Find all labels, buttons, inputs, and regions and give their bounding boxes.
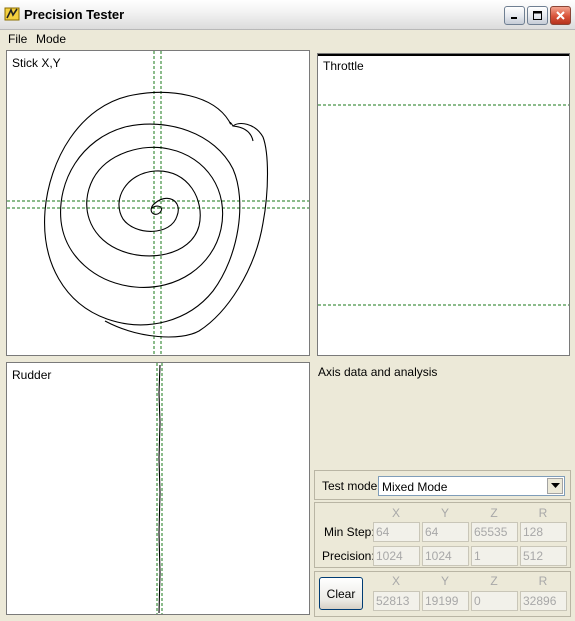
close-icon bbox=[556, 11, 565, 20]
precision-r-field: 512 bbox=[520, 546, 567, 566]
current-col-header-x: X bbox=[391, 574, 400, 588]
chevron-down-icon bbox=[550, 483, 560, 488]
maximize-icon bbox=[533, 11, 542, 20]
precision-x-field: 1024 bbox=[373, 546, 420, 566]
rudder-trace bbox=[158, 364, 161, 614]
min-step-r-field: 128 bbox=[520, 522, 567, 542]
stick-trace bbox=[44, 91, 269, 338]
current-y-field: 19199 bbox=[422, 591, 469, 611]
minimize-icon bbox=[511, 17, 517, 19]
throttle-label: Throttle bbox=[323, 59, 364, 73]
min-step-label: Min Step: bbox=[324, 525, 375, 539]
col-header-x: X bbox=[391, 506, 400, 520]
col-header-y: Y bbox=[440, 506, 449, 520]
menu-file[interactable]: File bbox=[8, 32, 27, 46]
current-col-header-y: Y bbox=[440, 574, 449, 588]
throttle-panel: Throttle bbox=[317, 53, 570, 356]
stick-xy-label: Stick X,Y bbox=[12, 56, 61, 70]
current-col-header-z: Z bbox=[490, 574, 498, 588]
test-mode-value: Mixed Mode bbox=[382, 480, 448, 494]
col-header-r: R bbox=[538, 506, 548, 520]
app-icon bbox=[4, 7, 20, 21]
min-step-z-field: 65535 bbox=[471, 522, 518, 542]
test-mode-select[interactable]: Mixed Mode bbox=[378, 476, 565, 496]
stick-trace-end bbox=[232, 125, 254, 142]
min-step-x-field: 64 bbox=[373, 522, 420, 542]
analysis-area: Axis data and analysis bbox=[313, 360, 573, 468]
stick-xy-plot bbox=[7, 51, 309, 355]
window-title: Precision Tester bbox=[24, 7, 125, 22]
rudder-label: Rudder bbox=[12, 368, 52, 382]
clear-button[interactable]: Clear bbox=[319, 577, 363, 610]
maximize-button[interactable] bbox=[527, 6, 548, 25]
precision-z-field: 1 bbox=[471, 546, 518, 566]
close-button[interactable] bbox=[550, 6, 571, 25]
minimize-button[interactable] bbox=[504, 6, 525, 25]
current-r-field: 32896 bbox=[520, 591, 567, 611]
min-step-y-field: 64 bbox=[422, 522, 469, 542]
col-header-z: Z bbox=[490, 506, 498, 520]
menu-mode[interactable]: Mode bbox=[36, 32, 66, 46]
current-z-field: 0 bbox=[471, 591, 518, 611]
menu-bar: File Mode bbox=[0, 30, 575, 48]
precision-y-field: 1024 bbox=[422, 546, 469, 566]
stick-xy-panel: Stick X,Y bbox=[6, 50, 310, 356]
analysis-label: Axis data and analysis bbox=[318, 365, 438, 379]
test-mode-label: Test mode: bbox=[322, 479, 381, 493]
rudder-panel: Rudder bbox=[6, 362, 310, 615]
dropdown-arrow-button[interactable] bbox=[547, 478, 563, 494]
throttle-plot bbox=[318, 54, 569, 306]
precision-label: Precision: bbox=[322, 549, 375, 563]
current-col-header-r: R bbox=[538, 574, 548, 588]
rudder-plot bbox=[156, 363, 163, 614]
current-x-field: 52813 bbox=[373, 591, 420, 611]
title-bar[interactable]: Precision Tester bbox=[0, 0, 575, 30]
